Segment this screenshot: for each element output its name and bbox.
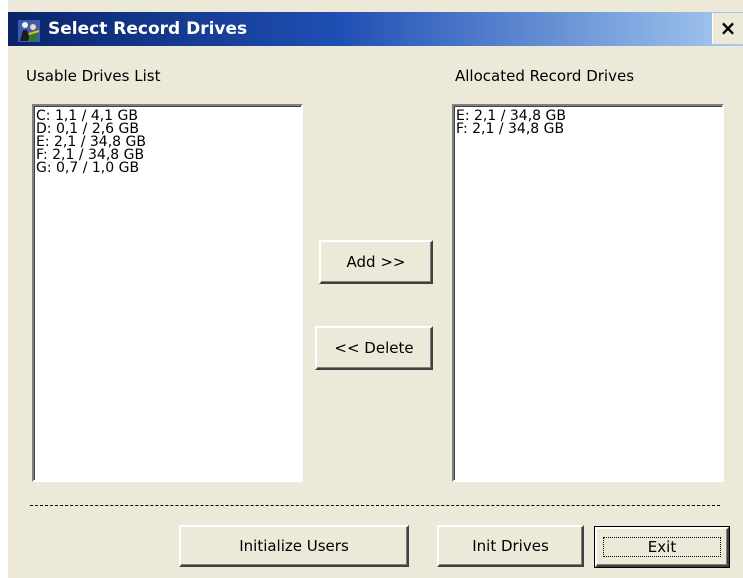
init-drives-button[interactable]: Init Drives (437, 525, 584, 567)
add-button[interactable]: Add >> (319, 240, 433, 284)
delete-button[interactable]: << Delete (315, 326, 433, 370)
list-item[interactable]: G: 0,7 / 1,0 GB (34, 161, 301, 175)
exit-button[interactable]: Exit (594, 526, 730, 568)
window-title: Select Record Drives (48, 19, 248, 39)
close-icon[interactable]: × (712, 13, 743, 44)
exit-label: Exit (602, 537, 722, 557)
list-item[interactable]: F: 2,1 / 34,8 GB (454, 122, 722, 136)
allocated-drives-label: Allocated Record Drives (455, 67, 635, 85)
usable-drives-list[interactable]: C: 1,1 / 4,1 GB D: 0,1 / 2,6 GB E: 2,1 /… (32, 104, 303, 482)
select-record-drives-dialog: Select Record Drives × Usable Drives Lis… (8, 0, 743, 578)
title-bar[interactable]: Select Record Drives × (8, 12, 743, 46)
divider (30, 505, 720, 506)
allocated-drives-list[interactable]: E: 2,1 / 34,8 GB F: 2,1 / 34,8 GB (452, 104, 724, 482)
usable-drives-label: Usable Drives List (26, 67, 161, 85)
app-people-icon (18, 20, 40, 42)
initialize-users-button[interactable]: Initialize Users (179, 525, 409, 567)
